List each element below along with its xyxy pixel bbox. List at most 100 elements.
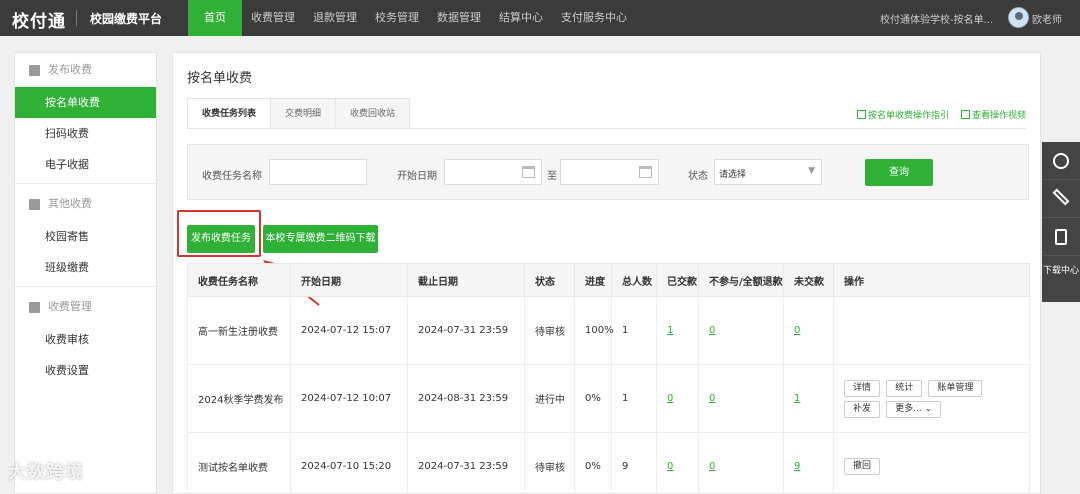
actions-cell [833, 296, 1030, 365]
paid-count-link[interactable]: 0 [667, 393, 673, 404]
school-selector[interactable]: 校付通体验学校-按名单... [880, 11, 993, 26]
col-header: 操作 [833, 263, 1030, 297]
col-header: 状态 [524, 263, 575, 297]
platform-title: 校园缴费平台 [90, 12, 163, 26]
start-date-label: 开始日期 [397, 171, 437, 182]
main-nav: 首页 收费管理 退款管理 校务管理 数据管理 结算中心 支付服务中心 [188, 0, 636, 36]
progress: 0% [574, 364, 612, 433]
sidebar-item-fee-review[interactable]: 收费审核 [15, 324, 156, 355]
paid-count-link[interactable]: 0 [667, 461, 673, 472]
calendar-icon[interactable] [639, 166, 652, 178]
task-name: 2024秋季学费发布 [187, 364, 291, 433]
calendar-icon[interactable] [522, 166, 535, 178]
more-dropdown[interactable]: 更多... ⌄ [886, 400, 942, 418]
sidebar-item-roster-fee[interactable]: 按名单收费 [15, 87, 156, 118]
stats-button[interactable]: 统计 [886, 379, 923, 397]
table-row: 测试按名单收费 2024-07-10 15:20 2024-07-31 23:5… [187, 432, 1030, 494]
filter-panel: 收费任务名称 开始日期 至 状态 请选择 ▼ 查询 [187, 144, 1029, 200]
annotation-highlight-box [177, 210, 261, 257]
sidebar-group-label: 收费管理 [48, 300, 92, 313]
download-center-button[interactable]: 下载中心 [1042, 256, 1080, 302]
user-name[interactable]: 欧老师 [1032, 11, 1062, 26]
task-name-label: 收费任务名称 [202, 171, 262, 182]
actions-cell: 详情 统计 账单管理 补发 更多... ⌄ [833, 364, 1030, 433]
grid-icon [29, 198, 40, 210]
col-header: 不参与/全额退款 [698, 263, 784, 297]
sidebar-group-label: 发布收费 [48, 63, 92, 76]
detail-button[interactable]: 详情 [844, 379, 881, 397]
nav-refund-management[interactable]: 退款管理 [304, 0, 366, 36]
task-name-input[interactable] [269, 159, 367, 185]
download-icon [856, 110, 866, 119]
avatar[interactable] [1008, 7, 1029, 28]
refund-count-link[interactable]: 0 [709, 325, 715, 336]
guide-link[interactable]: 按名单收费操作指引 [856, 108, 949, 121]
status-text: 待审核 [524, 296, 575, 365]
end-date-input[interactable] [560, 159, 659, 185]
help-links: 按名单收费操作指引 查看操作视频 [856, 108, 1026, 121]
tab-bar: 收费任务列表 交费明细 收费回收站 [187, 98, 411, 129]
nav-school-affairs[interactable]: 校务管理 [366, 0, 428, 36]
total-count: 1 [611, 364, 657, 433]
refund-count-link[interactable]: 0 [709, 393, 715, 404]
refund-count-link[interactable]: 0 [709, 461, 715, 472]
nav-data-management[interactable]: 数据管理 [428, 0, 490, 36]
nav-home[interactable]: 首页 [188, 0, 242, 36]
video-icon [960, 110, 970, 119]
sidebar-item-e-receipt[interactable]: 电子收据 [15, 149, 156, 180]
qr-download-button[interactable]: 本校专属缴费二维码下载 [263, 225, 378, 253]
video-link[interactable]: 查看操作视频 [960, 108, 1026, 121]
nav-settlement-center[interactable]: 结算中心 [490, 0, 552, 36]
sidebar-item-fee-settings[interactable]: 收费设置 [15, 355, 156, 386]
status-label: 状态 [688, 171, 708, 182]
unpaid-count-link[interactable]: 9 [794, 461, 800, 472]
tab-task-list[interactable]: 收费任务列表 [187, 98, 272, 129]
col-header: 未交款 [783, 263, 834, 297]
tab-underline [187, 128, 1026, 129]
sidebar-divider [15, 286, 156, 287]
unpaid-count-link[interactable]: 0 [794, 325, 800, 336]
settings-icon [29, 301, 40, 313]
feedback-button[interactable] [1042, 180, 1080, 218]
progress: 0% [574, 432, 612, 494]
total-count: 9 [611, 432, 657, 494]
chevron-down-icon: ⌄ [924, 403, 933, 414]
sidebar-item-campus-consignment[interactable]: 校园寄售 [15, 221, 156, 252]
query-button[interactable]: 查询 [865, 159, 933, 186]
page-title: 按名单收费 [187, 71, 253, 86]
end-date: 2024-08-31 23:59 [407, 364, 525, 433]
nav-fee-management[interactable]: 收费管理 [242, 0, 304, 36]
tab-recycle-bin[interactable]: 收费回收站 [336, 98, 411, 129]
start-date-input[interactable] [444, 159, 542, 185]
col-header: 截止日期 [407, 263, 525, 297]
to-label: 至 [547, 171, 557, 182]
status-text: 待审核 [524, 432, 575, 494]
book-icon [1055, 229, 1067, 245]
app-logo[interactable]: 校付通 [12, 7, 66, 32]
col-header: 开始日期 [290, 263, 408, 297]
task-name: 高一新生注册收费 [187, 296, 291, 365]
end-date: 2024-07-31 23:59 [407, 432, 525, 494]
video-link-label: 查看操作视频 [971, 111, 1026, 121]
more-label: 更多... [895, 403, 922, 414]
col-header: 总人数 [611, 263, 657, 297]
sidebar-group-other: 其他收费 [15, 187, 156, 221]
status-select[interactable]: 请选择 ▼ [714, 159, 822, 185]
customer-service-button[interactable] [1042, 142, 1080, 180]
nav-payment-service-center[interactable]: 支付服务中心 [552, 0, 636, 36]
unpaid-count-link[interactable]: 1 [794, 393, 800, 404]
start-date: 2024-07-12 10:07 [290, 364, 408, 433]
sidebar-group-label: 其他收费 [48, 197, 92, 210]
bill-management-button[interactable]: 账单管理 [928, 379, 983, 397]
manual-button[interactable] [1042, 218, 1080, 256]
reissue-button[interactable]: 补发 [844, 400, 881, 418]
sidebar-item-class-payment[interactable]: 班级缴费 [15, 252, 156, 283]
paid-count-link[interactable]: 1 [667, 325, 673, 336]
actions-cell: 撤回 [833, 432, 1030, 494]
withdraw-button[interactable]: 撤回 [844, 458, 881, 475]
col-header: 已交款 [656, 263, 699, 297]
pen-icon [1052, 188, 1070, 206]
tab-payment-details[interactable]: 交费明细 [271, 98, 337, 129]
sidebar-item-scan-fee[interactable]: 扫码收费 [15, 118, 156, 149]
watermark: 大数跨境 [8, 462, 84, 483]
